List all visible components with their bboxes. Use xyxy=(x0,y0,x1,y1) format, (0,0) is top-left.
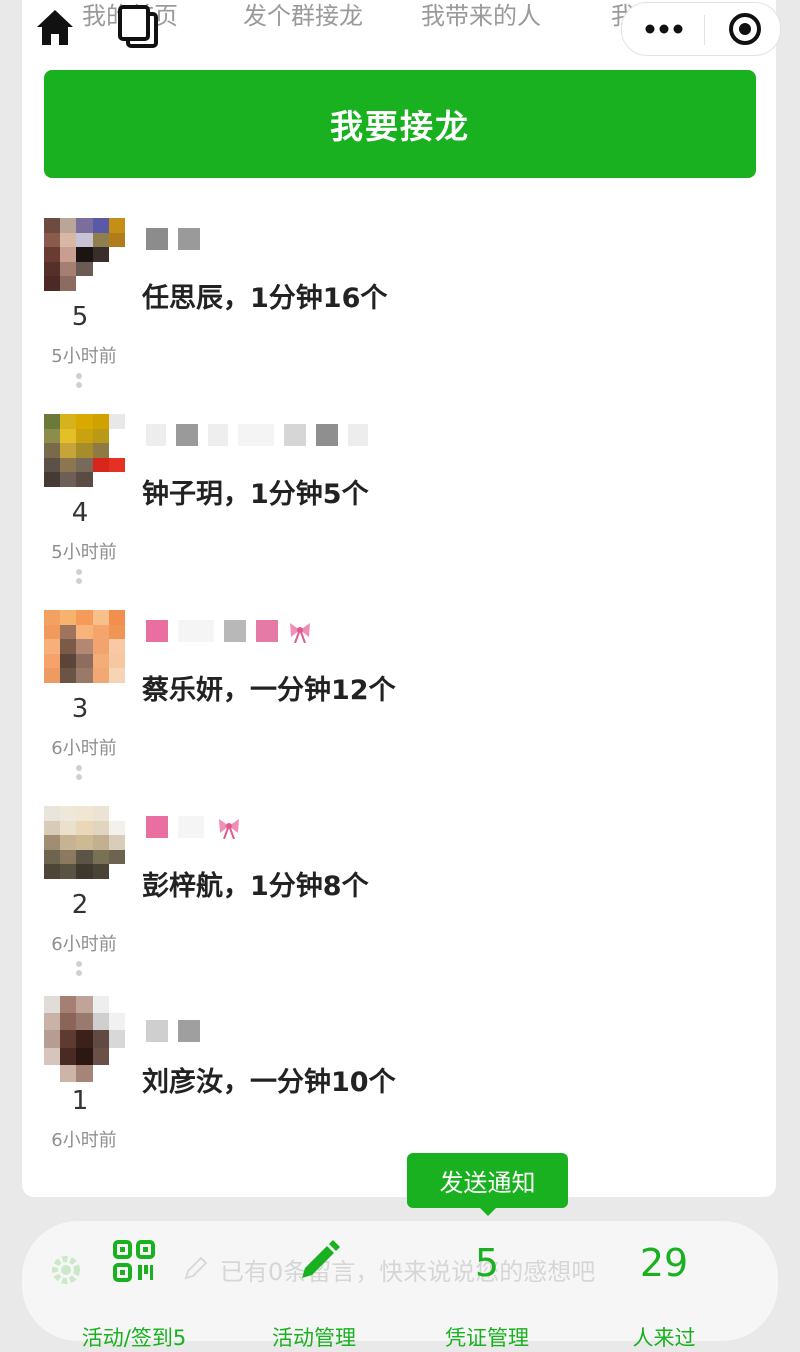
entry-content: 彭梓航，1分钟8个 xyxy=(142,871,369,902)
visitors-count: 29 xyxy=(639,1241,689,1285)
rank-number: 1 xyxy=(71,1086,89,1116)
list-item: 3 6小时前 蔡乐妍，一分钟12个 xyxy=(44,610,764,800)
gear-icon xyxy=(52,1256,80,1284)
list-item: 4 5小时前 钟子玥，1分钟5个 xyxy=(44,414,764,604)
voucher-count: 5 xyxy=(474,1241,500,1285)
activity-manage-label: 活动管理 xyxy=(272,1326,356,1350)
rank-number: 4 xyxy=(71,498,89,528)
avatar[interactable] xyxy=(44,414,125,487)
join-chain-button[interactable]: 我要接龙 xyxy=(44,70,756,178)
timestamp: 5小时前 xyxy=(51,346,117,367)
rank-number: 5 xyxy=(71,302,89,332)
voucher-manage-button[interactable]: 5 凭证管理 xyxy=(441,1240,533,1350)
bow-icon xyxy=(219,819,239,839)
rank-number: 2 xyxy=(71,890,89,920)
tooltip-arrow xyxy=(478,1206,498,1216)
entry-content: 刘彦汝，一分钟10个 xyxy=(142,1067,396,1098)
activity-signin-button[interactable]: 活动/签到5 xyxy=(82,1240,186,1350)
send-notification-tooltip[interactable]: 发送通知 xyxy=(407,1153,568,1208)
vertical-dots-icon[interactable] xyxy=(75,960,83,978)
nickname-blurred xyxy=(146,1018,200,1044)
tab-create-group[interactable]: 发个群接龙 xyxy=(243,0,363,31)
vertical-dots-icon[interactable] xyxy=(75,568,83,586)
mini-program-capsule xyxy=(621,2,781,56)
vertical-dots-icon[interactable] xyxy=(75,764,83,782)
capsule-divider xyxy=(704,15,705,45)
rank-number: 3 xyxy=(71,694,89,724)
entry-content: 钟子玥，1分钟5个 xyxy=(142,479,369,510)
vertical-dots-icon[interactable] xyxy=(75,372,83,390)
pencil-icon xyxy=(184,1256,208,1280)
nickname-blurred xyxy=(146,814,244,840)
target-icon[interactable] xyxy=(728,12,762,46)
visitors-button[interactable]: 29 人来过 xyxy=(628,1240,700,1350)
visitors-label: 人来过 xyxy=(632,1326,696,1350)
voucher-manage-label: 凭证管理 xyxy=(445,1326,529,1350)
timestamp: 6小时前 xyxy=(51,934,117,955)
avatar[interactable] xyxy=(44,996,125,1082)
more-dots-icon[interactable] xyxy=(644,17,684,41)
timestamp: 6小时前 xyxy=(51,738,117,759)
nickname-blurred xyxy=(146,226,200,252)
nickname-blurred xyxy=(146,618,312,644)
avatar[interactable] xyxy=(44,610,125,683)
pages-icon[interactable] xyxy=(116,4,160,50)
timestamp: 5小时前 xyxy=(51,542,117,563)
avatar[interactable] xyxy=(44,218,125,291)
avatar[interactable] xyxy=(44,806,125,879)
activity-signin-label: 活动/签到5 xyxy=(81,1326,187,1350)
bow-icon xyxy=(290,623,310,643)
list-item: 2 6小时前 彭梓航，1分钟8个 xyxy=(44,806,764,996)
qr-code-icon xyxy=(113,1240,155,1282)
list-item: 5 5小时前 任思辰，1分钟16个 xyxy=(44,218,764,408)
nickname-blurred xyxy=(146,422,368,448)
entry-content: 蔡乐妍，一分钟12个 xyxy=(142,675,396,706)
activity-manage-button[interactable]: 活动管理 xyxy=(272,1240,356,1350)
list-item: 1 6小时前 刘彦汝，一分钟10个 xyxy=(44,996,764,1186)
pencil-icon xyxy=(301,1240,340,1278)
timestamp: 6小时前 xyxy=(51,1130,117,1151)
tab-my-referrals[interactable]: 我带来的人 xyxy=(421,0,541,31)
top-navigation: 我的首页 发个群接龙 我带来的人 我的凭证 xyxy=(0,0,800,60)
home-icon[interactable] xyxy=(34,6,76,48)
entry-content: 任思辰，1分钟16个 xyxy=(142,283,388,314)
